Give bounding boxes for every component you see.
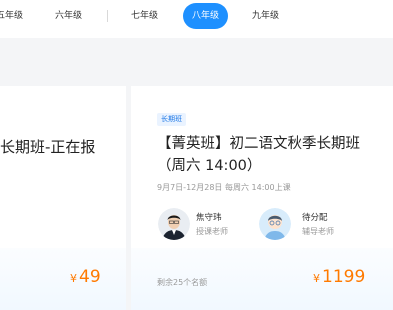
tutor-role: 辅导老师 — [302, 227, 334, 236]
currency-symbol: ¥ — [313, 272, 320, 285]
card-footer: ¥49 — [0, 248, 126, 310]
currency-symbol: ¥ — [70, 272, 77, 285]
remaining-seats: 剩余25个名额 — [157, 278, 208, 287]
price-value: 1199 — [322, 267, 366, 287]
grade-tab-bar: 五年级 六年级 七年级 八年级 九年级 — [0, 0, 393, 38]
teacher-photo-icon — [158, 208, 190, 240]
course-title: 【菁英班】初二语文秋季长期班（周六 14:00） — [157, 136, 360, 174]
tab-grade-7[interactable]: 七年级 — [131, 0, 158, 32]
tutor-placeholder-icon — [259, 208, 291, 240]
course-card-featured[interactable]: 长期班 【菁英班】初二语文秋季长期班（周六 14:00） 9月7日-12月28日… — [131, 86, 393, 310]
tab-grade-8[interactable]: 八年级 — [183, 3, 228, 29]
course-schedule: 9月7日-12月28日 每周六 14:00上课 — [157, 183, 291, 192]
teacher-avatar — [158, 208, 190, 240]
tab-grade-9[interactable]: 九年级 — [252, 0, 279, 32]
price-value: 49 — [79, 267, 101, 287]
course-type-badge: 长期班 — [157, 113, 186, 126]
tutor-avatar — [259, 208, 291, 240]
course-title: 长期班-正在报 — [0, 138, 96, 156]
tutor-name: 待分配 — [302, 213, 328, 223]
course-price: ¥1199 — [313, 267, 365, 287]
teacher-role: 授课老师 — [196, 227, 228, 236]
teacher-name: 焦守玮 — [196, 213, 222, 223]
tab-grade-6[interactable]: 六年级 — [55, 0, 82, 32]
course-card[interactable]: 长期班-正在报 ¥49 — [0, 86, 126, 310]
tab-divider — [107, 10, 108, 22]
tab-grade-5[interactable]: 五年级 — [0, 0, 23, 32]
course-price: ¥49 — [70, 267, 101, 287]
card-footer: 剩余25个名额 ¥1199 — [131, 248, 393, 310]
